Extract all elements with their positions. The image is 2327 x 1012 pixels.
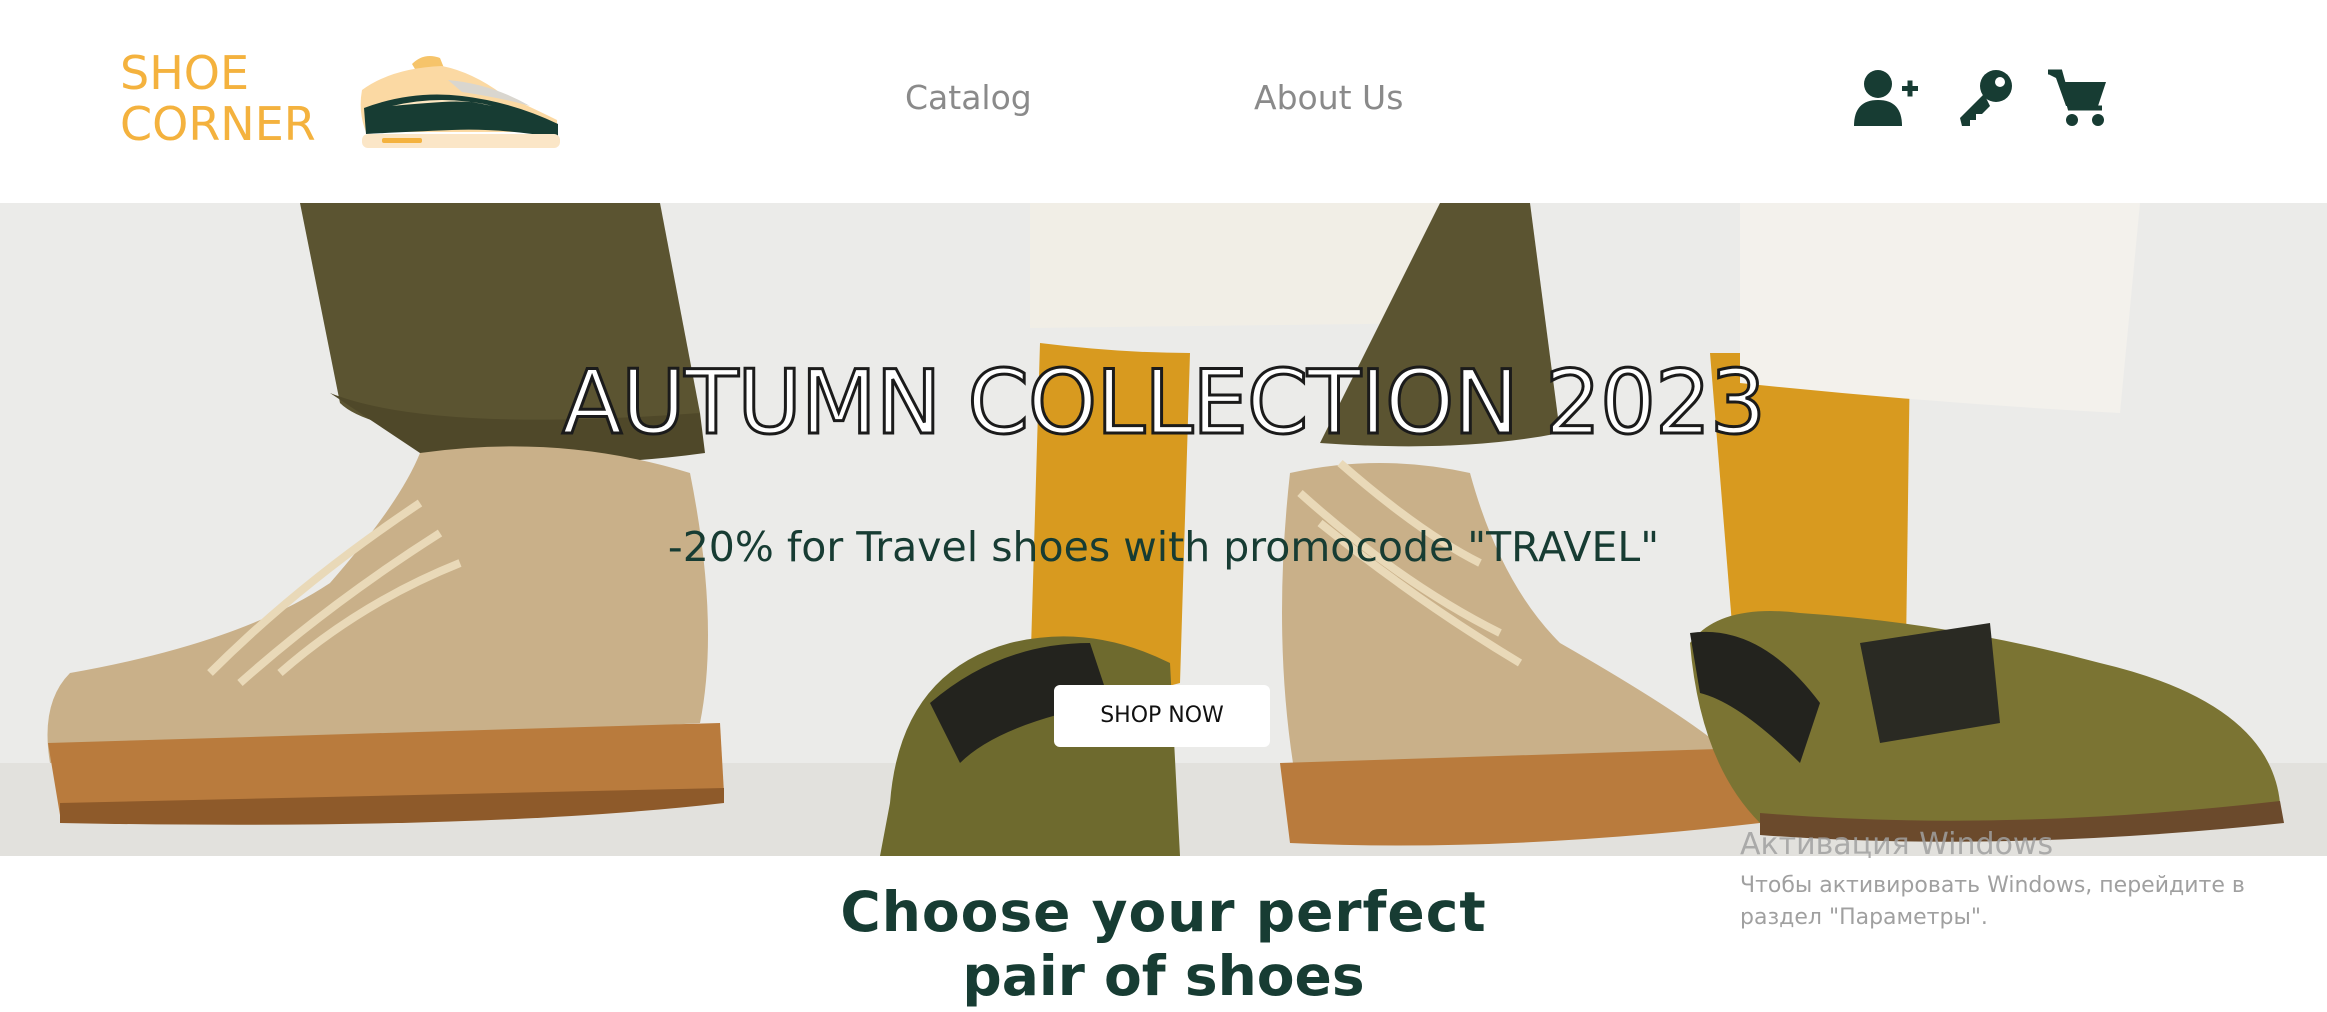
logo-line-1: SHOE	[120, 46, 250, 100]
logo[interactable]: SHOE CORNER	[120, 48, 316, 150]
nav-about-link[interactable]: About Us	[1254, 78, 1403, 118]
hero-title: AUTUMN COLLECTION 2023	[560, 351, 1767, 454]
cart-icon[interactable]	[2044, 68, 2114, 128]
site-header: SHOE CORNER Catalog About Us	[0, 0, 2327, 203]
hero-subtitle: -20% for Travel shoes with promocode "TR…	[667, 523, 1660, 571]
key-icon[interactable]	[1952, 68, 2022, 128]
hero-banner: AUTUMN COLLECTION 2023 -20% for Travel s…	[0, 203, 2327, 856]
user-plus-icon[interactable]	[1852, 68, 1922, 128]
windows-activation-watermark: Активация Windows Чтобы активировать Win…	[1740, 826, 2300, 934]
logo-line-2: CORNER	[120, 97, 316, 151]
section-title-line-2: pair of shoes	[962, 944, 1365, 1008]
sneaker-logo-icon	[360, 56, 560, 148]
activation-text: Чтобы активировать Windows, перейдите в …	[1740, 873, 2245, 930]
nav-catalog-link[interactable]: Catalog	[905, 78, 1032, 118]
shop-now-button[interactable]: SHOP NOW	[1054, 685, 1270, 747]
activation-title: Активация Windows	[1740, 827, 2054, 862]
